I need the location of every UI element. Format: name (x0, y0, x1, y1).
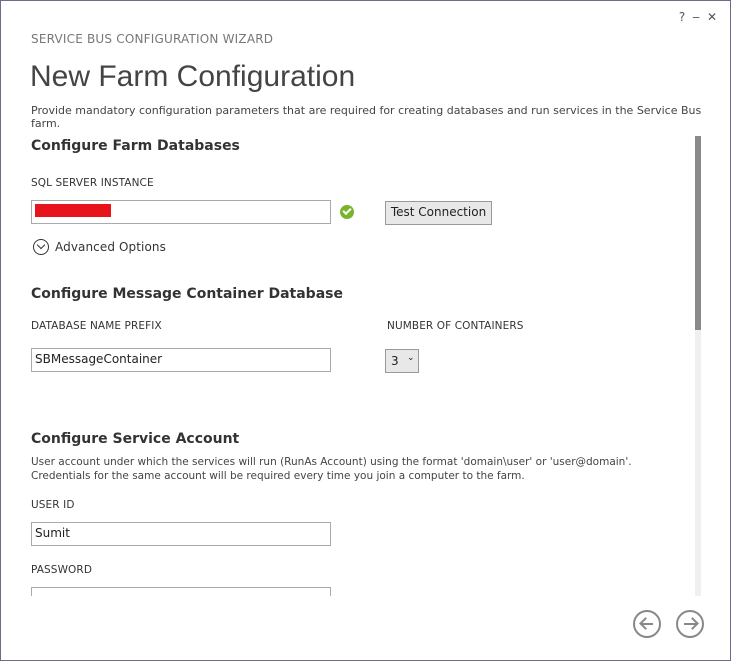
window-controls: ? ‒ ✕ (679, 10, 717, 24)
number-of-containers-label: NUMBER OF CONTAINERS (387, 320, 524, 332)
scrollbar-thumb[interactable] (695, 136, 701, 330)
redaction-bar (35, 204, 111, 217)
database-name-prefix-input[interactable]: SBMessageContainer (31, 348, 331, 372)
back-button[interactable] (633, 610, 661, 638)
page-title: New Farm Configuration (30, 60, 356, 93)
minimize-icon[interactable]: ‒ (692, 10, 700, 24)
user-id-input[interactable]: Sumit (31, 522, 331, 546)
help-icon[interactable]: ? (679, 10, 685, 24)
dropdown-chevron-icon: ⌄ (407, 353, 415, 363)
page-description: Provide mandatory configuration paramete… (31, 104, 702, 130)
wizard-title: SERVICE BUS CONFIGURATION WIZARD (31, 32, 274, 46)
connection-ok-icon (340, 205, 354, 219)
next-button[interactable] (676, 610, 704, 638)
password-input[interactable] (31, 587, 331, 596)
advanced-options-toggle[interactable]: Advanced Options (55, 240, 166, 254)
close-icon[interactable]: ✕ (707, 10, 717, 24)
number-of-containers-select[interactable]: 3 ⌄ (385, 349, 419, 373)
expand-chevron-icon[interactable] (33, 239, 49, 255)
message-container-heading: Configure Message Container Database (31, 286, 343, 302)
sql-server-instance-input[interactable] (31, 200, 331, 224)
sql-server-instance-label: SQL SERVER INSTANCE (31, 177, 154, 189)
number-of-containers-value: 3 (391, 354, 399, 368)
service-account-heading: Configure Service Account (31, 431, 240, 447)
database-name-prefix-label: DATABASE NAME PREFIX (31, 320, 162, 332)
user-id-label: USER ID (31, 499, 75, 511)
test-connection-button[interactable]: Test Connection (385, 201, 492, 225)
service-account-description: User account under which the services wi… (31, 456, 632, 482)
password-label: PASSWORD (31, 564, 93, 576)
farm-databases-heading: Configure Farm Databases (31, 138, 240, 154)
settings-scroll-area[interactable]: Configure Farm Databases SQL SERVER INST… (0, 130, 700, 596)
